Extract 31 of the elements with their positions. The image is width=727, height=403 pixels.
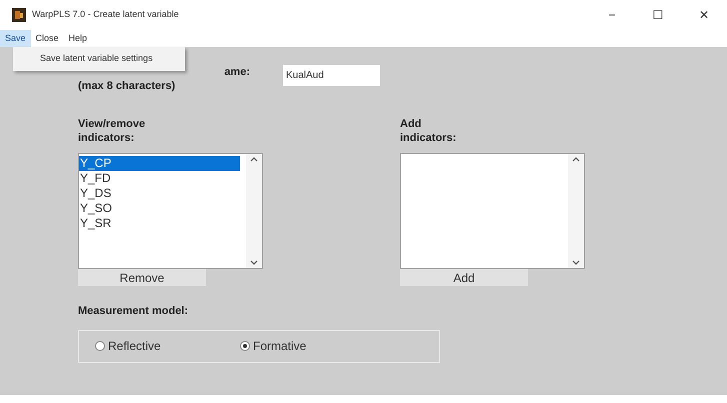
panel-label: indicators: [78,131,136,145]
list-box[interactable]: Y_CP Y_FD Y_DS Y_SO Y_SR [78,153,263,269]
menu-item[interactable]: Close [30,30,64,47]
scrollbar[interactable] [568,154,584,268]
section-label: Measurement model: [78,304,190,319]
panel-label: View/remove [78,117,146,131]
close-button[interactable]: ✕ [681,0,727,30]
panel-label: indicators: [400,131,458,145]
scrollbar[interactable] [246,154,262,268]
dropdown-item[interactable]: Save latent variable settings [13,52,153,66]
radio-button[interactable] [240,341,250,351]
add-button[interactable]: Add [400,269,528,286]
list-item[interactable]: Y_FD [79,171,240,186]
radio-option[interactable]: Reflective [95,337,195,355]
menu-item[interactable]: Help [64,30,92,47]
field-label: ame: [223,65,250,79]
maximize-button[interactable]: ☐ [635,0,681,30]
list-item[interactable]: Y_DS [79,186,240,201]
window-title: WarpPLS 7.0 - Create latent variable [32,8,179,22]
list-item[interactable]: Y_CP [79,156,240,171]
menu-item[interactable]: Save [0,30,31,47]
app-logo-icon [12,8,26,22]
minimize-button[interactable]: − [589,0,635,30]
radio-option[interactable]: Formative [240,337,340,355]
radio-button[interactable] [95,341,105,351]
list-item[interactable]: Y_SR [79,216,240,231]
name-field[interactable]: KualAud [283,65,380,86]
list-item[interactable]: Y_SO [79,201,240,216]
remove-button[interactable]: Remove [78,269,206,286]
panel-label: Add [400,117,422,131]
field-label: (max 8 characters) [78,79,176,93]
